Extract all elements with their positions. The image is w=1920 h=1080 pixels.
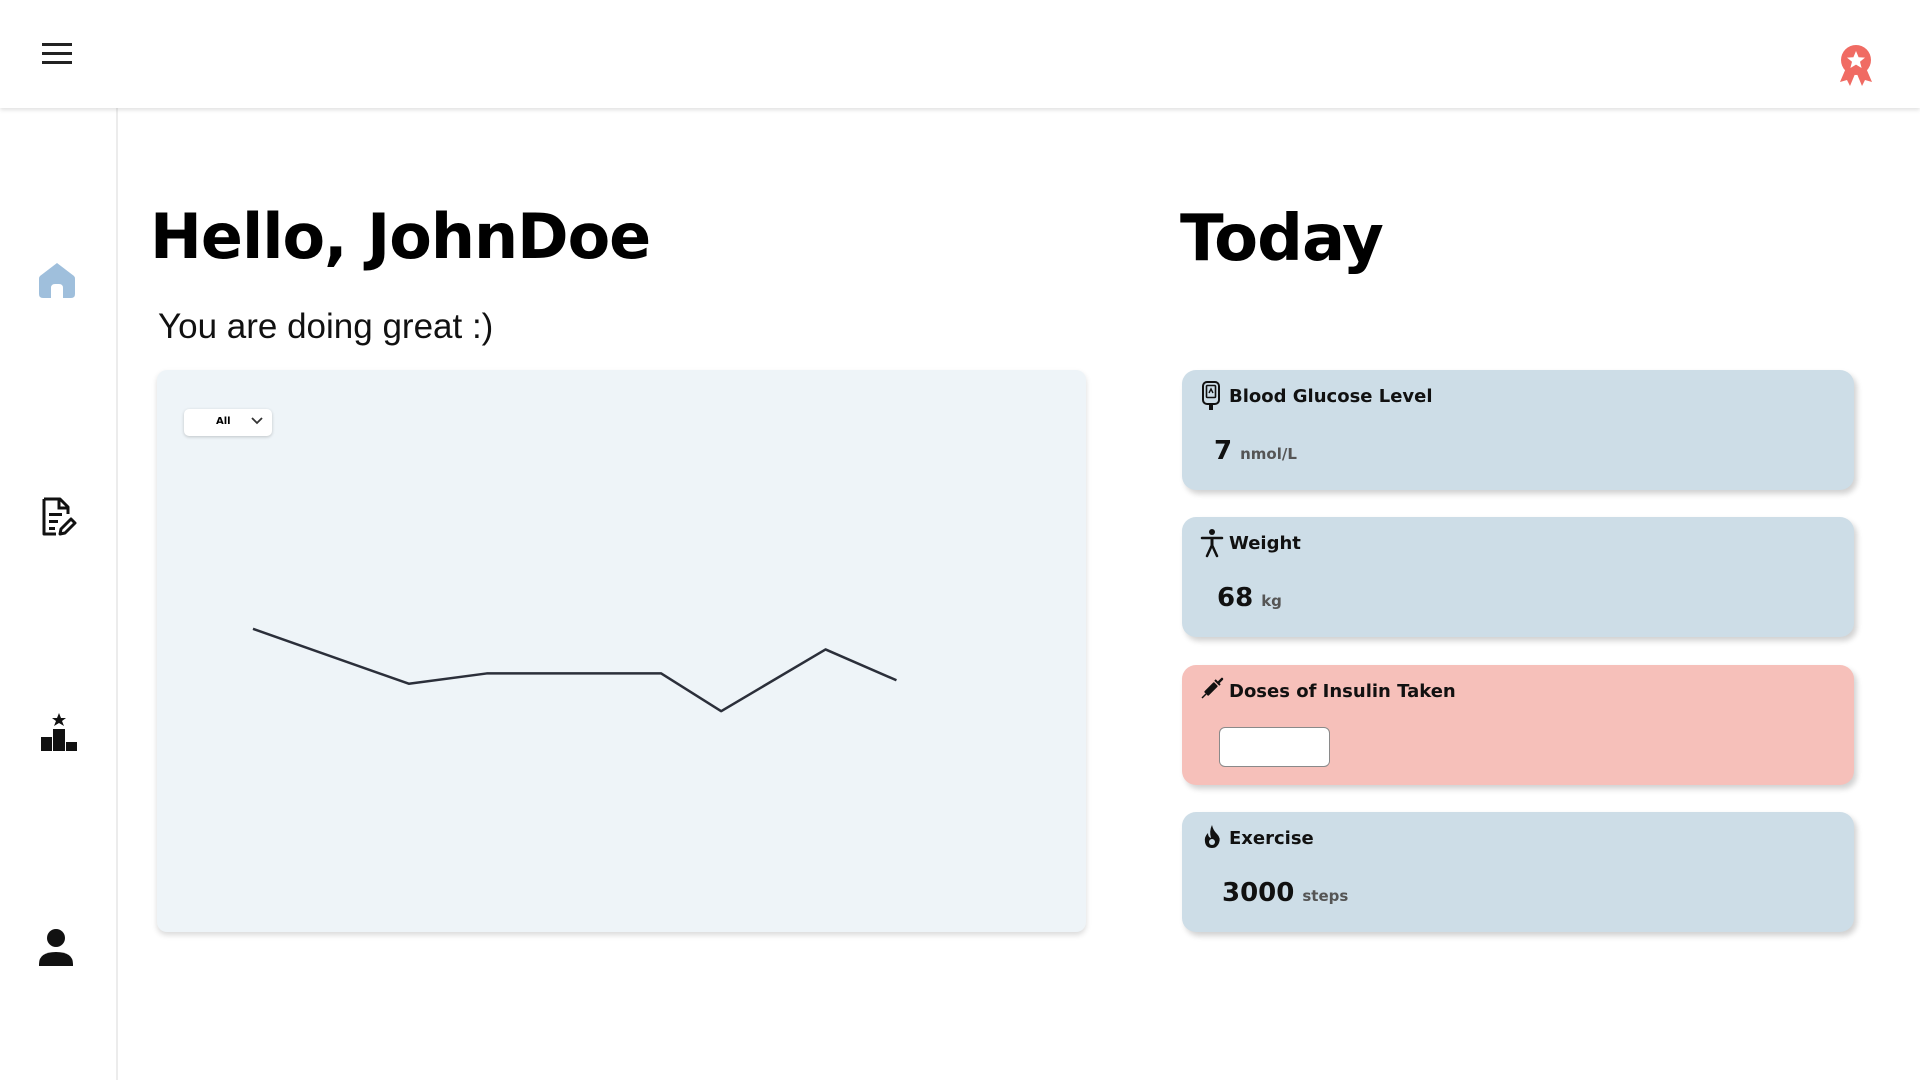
glucose-title: Blood Glucose Level [1229,386,1433,407]
exercise-title: Exercise [1229,828,1314,849]
glucose-unit: nmol/L [1240,445,1297,463]
menu-button[interactable] [40,38,76,68]
line-chart [252,627,897,713]
leaderboard-icon [41,713,77,751]
chart-filter-value: All [216,416,231,427]
weight-value-row: 68 kg [1217,583,1282,613]
insulin-title: Doses of Insulin Taken [1229,681,1456,702]
exercise-value-row: 3000 steps [1222,878,1348,908]
greeting-subtitle: You are doing great :) [158,307,494,346]
glucose-value-row: 7 nmol/L [1214,436,1297,466]
syringe-icon [1201,677,1224,699]
greeting-heading: Hello, JohnDoe [150,200,651,273]
person-icon [39,929,73,966]
glucometer-icon [1202,381,1220,410]
top-bar [0,0,1920,108]
sidebar [0,108,118,1080]
sidebar-item-log[interactable] [38,496,78,538]
exercise-unit: steps [1302,887,1349,905]
edit-document-icon [42,497,77,536]
weight-unit: kg [1261,592,1282,610]
chevron-down-icon [251,417,263,425]
chart-filter-select[interactable]: All [184,409,272,436]
achievements-button[interactable] [1834,40,1878,88]
weight-card[interactable]: Weight 68 kg [1182,517,1854,637]
weight-value: 68 [1217,583,1254,613]
today-heading: Today [1180,202,1384,276]
menu-icon [42,43,72,64]
weight-title: Weight [1229,533,1301,554]
flame-icon [1204,825,1220,848]
glucose-value: 7 [1214,436,1233,466]
series-line [252,627,897,713]
glucose-card[interactable]: Blood Glucose Level 7 nmol/L [1182,370,1854,490]
insulin-doses-input[interactable] [1219,727,1330,767]
sidebar-item-home[interactable] [37,260,77,300]
exercise-card[interactable]: Exercise 3000 steps [1182,812,1854,932]
glucose-chart-card: All [157,370,1086,932]
insulin-card: Doses of Insulin Taken [1182,665,1854,785]
home-icon [39,263,75,298]
award-badge-icon [1840,45,1872,86]
exercise-value: 3000 [1222,878,1295,908]
person-standing-icon [1200,529,1224,558]
sidebar-item-profile[interactable] [37,928,75,968]
sidebar-item-leaderboard[interactable] [40,712,78,752]
